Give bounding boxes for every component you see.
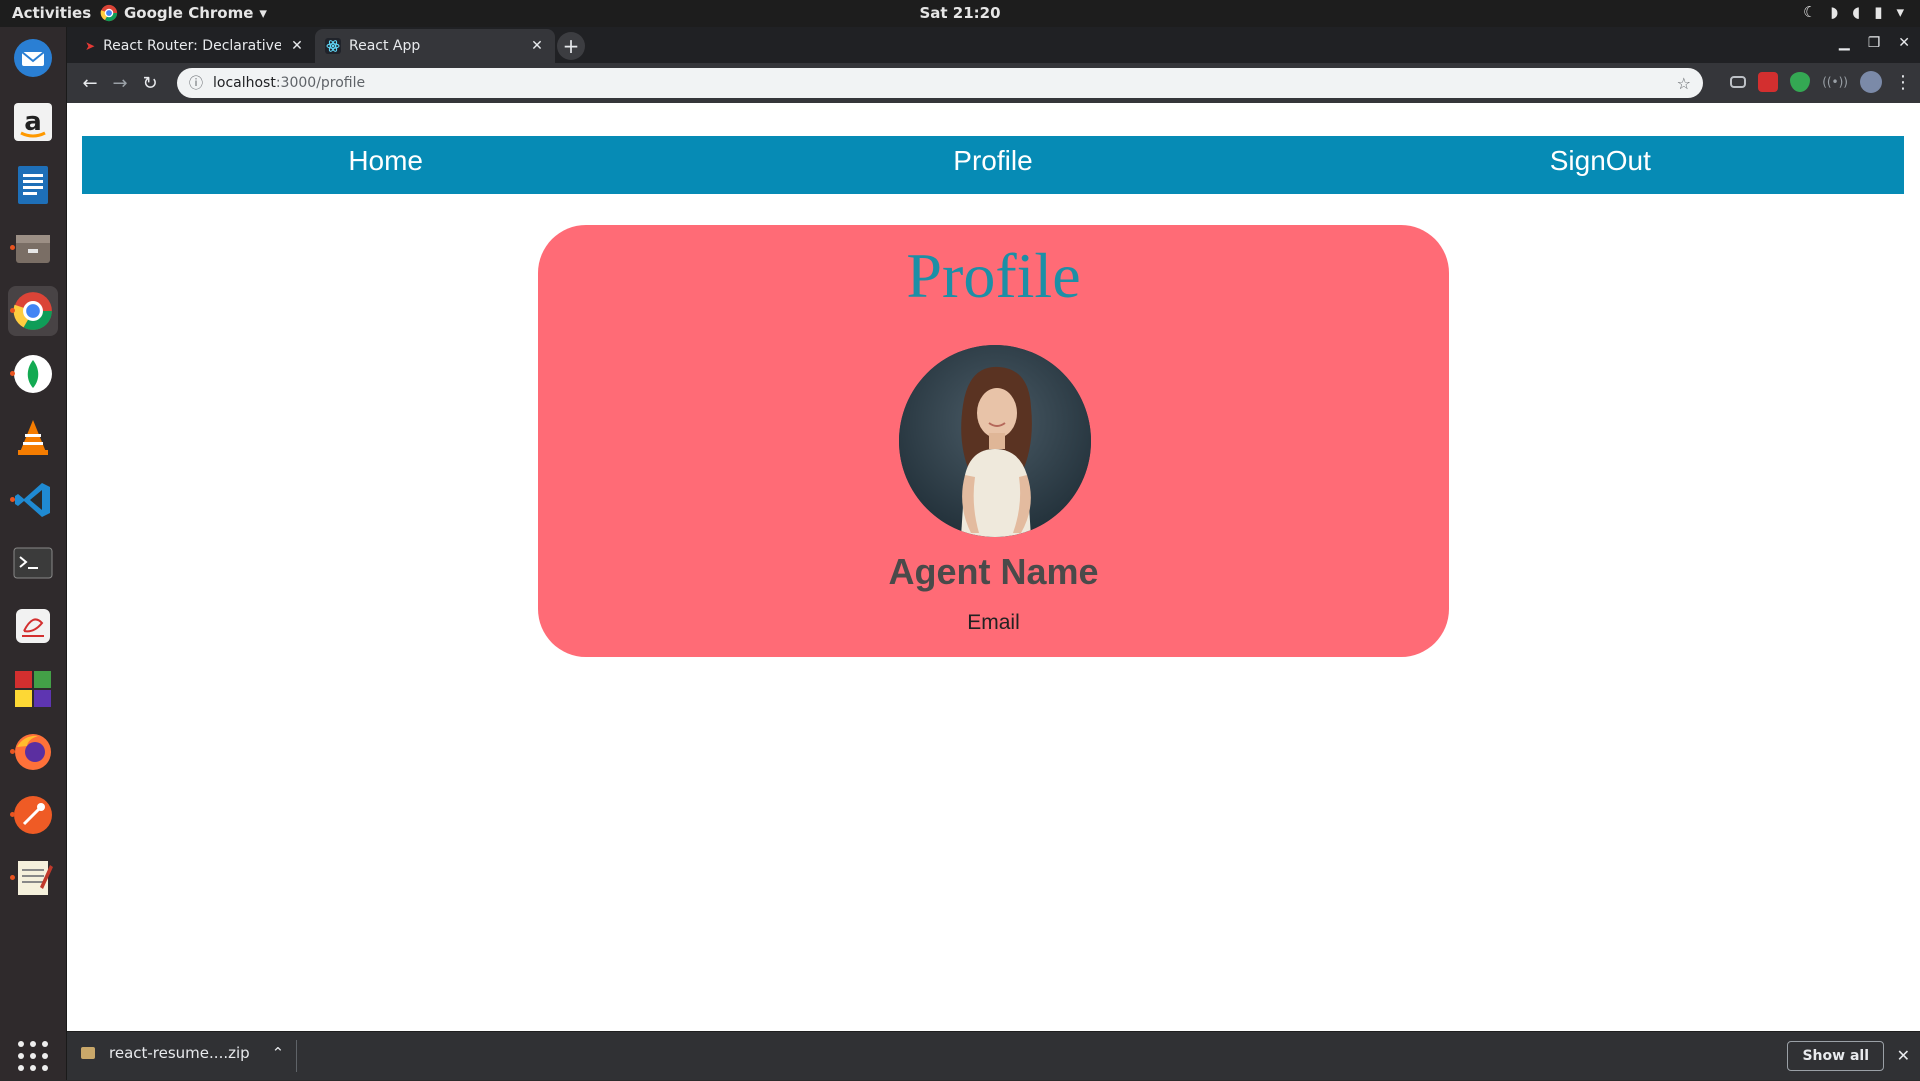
close-icon[interactable]: ✕	[529, 38, 545, 54]
extension-wave-icon[interactable]: ((•))	[1822, 75, 1848, 89]
volume-icon: ◖	[1852, 3, 1861, 21]
divider	[296, 1040, 297, 1072]
close-icon[interactable]: ✕	[1897, 1046, 1910, 1065]
blocks-icon[interactable]	[8, 664, 58, 714]
url-path: :3000/profile	[275, 75, 366, 91]
svg-text:a: a	[24, 107, 42, 137]
browser-toolbar: ← → ↻ ⓘ localhost:3000/profile ☆ ((•)) ⋮	[67, 63, 1920, 103]
nav-signout-link[interactable]: SignOut	[1297, 136, 1904, 194]
minimize-icon[interactable]: ▁	[1839, 35, 1850, 51]
tab-title: React Router: Declarative	[103, 38, 281, 54]
tab-react-router[interactable]: ➤ React Router: Declarative ✕	[75, 29, 315, 63]
text-editor-icon[interactable]	[8, 853, 58, 903]
postman-icon[interactable]	[8, 790, 58, 840]
chevron-down-icon: ▾	[1896, 3, 1904, 21]
wifi-icon: ◗	[1830, 3, 1839, 21]
react-router-favicon-icon: ➤	[85, 39, 96, 53]
agent-email: Email	[967, 611, 1020, 634]
terminal-icon[interactable]	[8, 538, 58, 588]
bookmark-star-icon[interactable]: ☆	[1677, 74, 1691, 93]
window-controls: ▁ ❐ ✕	[1839, 35, 1910, 51]
info-icon[interactable]: ⓘ	[189, 73, 203, 93]
nav-profile-link[interactable]: Profile	[689, 136, 1296, 194]
writer-icon[interactable]	[8, 160, 58, 210]
forward-button[interactable]: →	[109, 72, 131, 94]
close-icon[interactable]: ✕	[289, 38, 305, 54]
chrome-icon[interactable]	[8, 286, 58, 336]
firefox-icon[interactable]	[8, 727, 58, 777]
new-tab-button[interactable]: +	[557, 32, 585, 60]
extension-red-icon[interactable]	[1758, 72, 1779, 92]
app-navbar: Home Profile SignOut	[82, 136, 1904, 194]
tab-strip: ➤ React Router: Declarative ✕ React App …	[67, 27, 1920, 63]
show-apps-icon[interactable]	[8, 1031, 58, 1081]
clock[interactable]: Sat 21:20	[919, 4, 1000, 22]
back-button[interactable]: ←	[79, 72, 101, 94]
vlc-icon[interactable]	[8, 412, 58, 462]
battery-icon: ▮	[1874, 3, 1883, 21]
dock: a	[0, 27, 67, 1080]
avatar[interactable]	[1860, 71, 1882, 93]
cast-icon[interactable]	[1730, 76, 1747, 88]
activities-button[interactable]: Activities	[12, 4, 91, 22]
vscode-icon[interactable]	[8, 475, 58, 525]
close-icon[interactable]: ✕	[1898, 35, 1910, 51]
mongodb-icon[interactable]	[8, 349, 58, 399]
zip-file-icon	[81, 1047, 95, 1059]
system-top-bar: Activities Google Chrome ▾ Sat 21:20 ☾ ◗…	[0, 0, 1920, 27]
files-icon[interactable]	[8, 223, 58, 273]
app-icon[interactable]	[8, 601, 58, 651]
chrome-icon	[100, 4, 118, 22]
amazon-icon[interactable]: a	[8, 97, 58, 147]
menu-dots-icon[interactable]: ⋮	[1894, 72, 1912, 93]
shield-icon[interactable]	[1790, 72, 1811, 92]
app-menu-label: Google Chrome	[124, 4, 254, 22]
agent-name: Agent Name	[888, 551, 1099, 592]
thunderbird-icon[interactable]	[8, 33, 58, 83]
show-all-button[interactable]: Show all	[1787, 1041, 1884, 1071]
restore-icon[interactable]: ❐	[1868, 35, 1881, 51]
profile-photo	[899, 345, 1091, 537]
nav-home-link[interactable]: Home	[82, 136, 689, 194]
download-filename: react-resume....zip	[109, 1044, 250, 1062]
profile-avatar	[899, 345, 1091, 537]
download-item[interactable]: react-resume....zip ⌃	[81, 1044, 284, 1062]
tab-title: React App	[349, 38, 421, 54]
extensions-area: ((•)) ⋮	[1730, 71, 1912, 93]
chevron-down-icon: ▾	[259, 4, 267, 22]
browser-window: ➤ React Router: Declarative ✕ React App …	[67, 27, 1920, 1080]
download-bar: react-resume....zip ⌃ Show all ✕	[67, 1031, 1920, 1080]
system-tray[interactable]: ☾ ◗ ◖ ▮ ▾	[1803, 3, 1904, 21]
tab-react-app[interactable]: React App ✕	[315, 29, 555, 63]
react-favicon-icon	[325, 38, 341, 54]
reload-button[interactable]: ↻	[139, 72, 161, 94]
night-light-icon: ☾	[1802, 3, 1817, 21]
app-menu[interactable]: Google Chrome ▾	[100, 4, 267, 22]
address-bar[interactable]: ⓘ localhost:3000/profile ☆	[177, 68, 1703, 98]
url-host: localhost	[213, 75, 276, 91]
chevron-up-icon[interactable]: ⌃	[272, 1044, 285, 1062]
page-title: Profile	[906, 240, 1081, 311]
page-viewport: Home Profile SignOut Profile Agent Name …	[67, 103, 1920, 1035]
profile-card: Profile Agent Name Email	[538, 225, 1449, 657]
